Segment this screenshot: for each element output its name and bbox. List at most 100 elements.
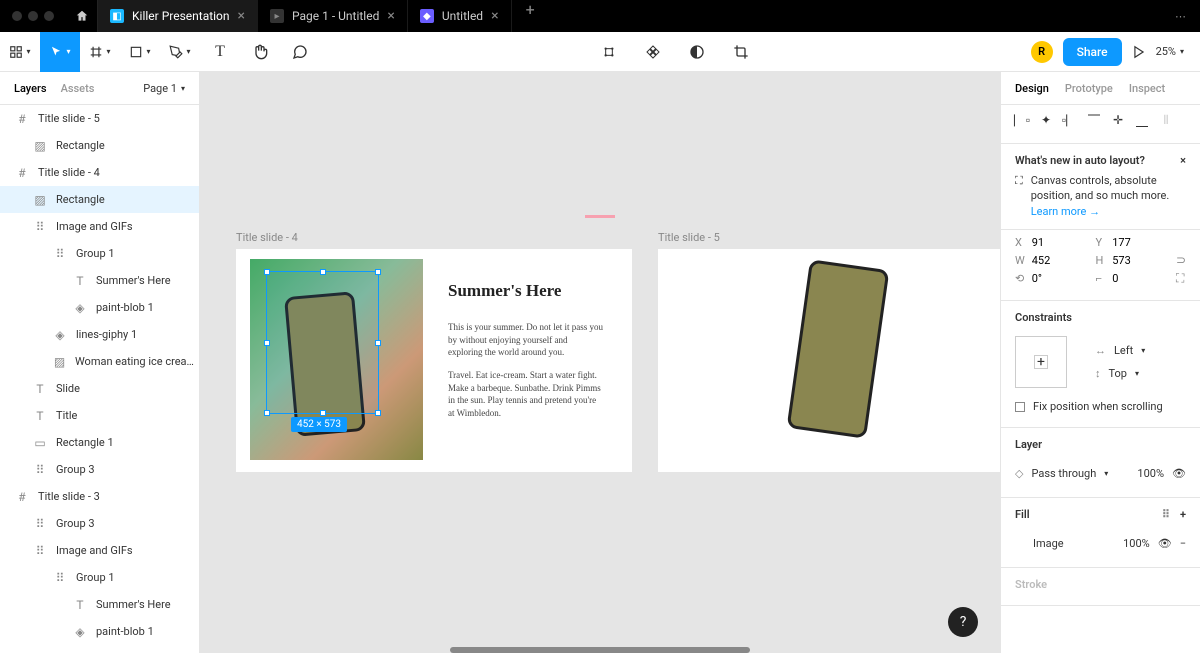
layer-item[interactable]: ◈lines-giphy 1 (0, 321, 199, 348)
distribute-icon[interactable]: ⦀ (1159, 113, 1173, 127)
align-left-icon[interactable]: ⎸▫ (1015, 113, 1029, 127)
layer-item[interactable]: ▨Rectangle (0, 132, 199, 159)
align-top-icon[interactable]: ⎺ (1087, 113, 1101, 127)
add-tab-button[interactable]: + (512, 0, 549, 32)
layer-item[interactable]: ⠿Image and GIFs (0, 213, 199, 240)
text-tool[interactable]: T (200, 32, 240, 72)
layer-label: Summer's Here (96, 598, 171, 611)
layer-item[interactable]: TTitle (0, 402, 199, 429)
y-input[interactable]: 177 (1112, 236, 1131, 249)
layer-item[interactable]: TSlide (0, 375, 199, 402)
align-hcenter-icon[interactable]: ✦ (1039, 113, 1053, 127)
zoom-select[interactable]: 25%▾ (1156, 45, 1184, 58)
avatar[interactable]: R (1031, 41, 1053, 63)
close-icon[interactable]: × (491, 8, 498, 24)
layer-item[interactable]: ⠿Group 1 (0, 240, 199, 267)
constraint-widget[interactable]: + (1015, 336, 1067, 388)
styles-icon[interactable]: ⠿ (1162, 508, 1170, 521)
diamond-icon (645, 44, 661, 60)
layer-item[interactable]: #Title slide - 4 (0, 159, 199, 186)
home-button[interactable] (66, 0, 98, 32)
pen-icon (169, 45, 183, 59)
align-vcenter-icon[interactable]: ✛ (1111, 113, 1125, 127)
comment-tool[interactable] (280, 32, 320, 72)
remove-fill-icon[interactable]: − (1180, 537, 1186, 550)
boolean-tool[interactable] (677, 32, 717, 72)
layer-item[interactable]: TSummer's Here (0, 267, 199, 294)
selection-box[interactable] (266, 271, 379, 414)
align-bottom-icon[interactable]: ⎽ (1135, 113, 1149, 127)
frame-title-slide-4[interactable]: Title slide - 4 Summer's Here This is yo… (236, 249, 632, 472)
frame-tool[interactable]: ▾ (80, 32, 120, 72)
learn-more-link[interactable]: Learn more → (1031, 205, 1100, 218)
layer-item[interactable]: ▭Rectangle 1 (0, 429, 199, 456)
tab-killer-presentation[interactable]: ◧ Killer Presentation × (98, 0, 258, 32)
layer-item[interactable]: ◈paint-blob 1 (0, 618, 199, 645)
h-input[interactable]: 573 (1112, 254, 1131, 267)
page-selector[interactable]: Page 1▾ (143, 82, 185, 95)
mask-tool[interactable] (633, 32, 673, 72)
layer-item[interactable]: ▨Rectangle (0, 186, 199, 213)
layer-item[interactable]: ⠿Group 3 (0, 510, 199, 537)
corner-input[interactable]: 0 (1112, 272, 1118, 285)
play-icon: ▸ (270, 9, 284, 23)
frame-label[interactable]: Title slide - 4 (236, 231, 298, 244)
blend-mode-select[interactable]: Pass through (1031, 467, 1096, 480)
fill-type-label[interactable]: Image (1033, 537, 1064, 550)
layer-label: Group 1 (76, 247, 115, 260)
present-button[interactable] (1132, 32, 1146, 72)
tab-assets[interactable]: Assets (61, 82, 95, 95)
layer-item[interactable]: #Title slide - 3 (0, 483, 199, 510)
pen-tool[interactable]: ▾ (160, 32, 200, 72)
frame-title-slide-5[interactable]: Title slide - 5 (658, 249, 1000, 472)
canvas[interactable]: Title slide - 4 Summer's Here This is yo… (200, 72, 1000, 653)
corner-details-icon[interactable]: ⛶ (1176, 271, 1186, 286)
constraint-v-select[interactable]: ↕Top▾ (1095, 367, 1200, 380)
fill-opacity-input[interactable]: 100% (1123, 537, 1150, 550)
tab-layers[interactable]: Layers (14, 82, 47, 95)
layer-item[interactable]: #Title slide - 5 (0, 105, 199, 132)
tab-untitled[interactable]: ◆ Untitled × (408, 0, 512, 32)
add-fill-icon[interactable]: + (1180, 508, 1186, 521)
horizontal-scrollbar[interactable] (450, 647, 750, 653)
align-right-icon[interactable]: ▫⎸ (1063, 113, 1077, 127)
tab-design[interactable]: Design (1015, 82, 1049, 95)
shape-tool[interactable]: ▾ (120, 32, 160, 72)
rotation-input[interactable]: 0° (1032, 272, 1042, 285)
crop-icon (733, 44, 749, 60)
frame-label[interactable]: Title slide - 5 (658, 231, 720, 244)
share-button[interactable]: Share (1063, 38, 1122, 66)
close-icon[interactable]: × (238, 8, 245, 24)
layer-item[interactable]: ⠿Group 1 (0, 564, 199, 591)
crop-tool[interactable] (721, 32, 761, 72)
close-icon[interactable]: × (1180, 154, 1186, 167)
link-wh-icon[interactable]: ⊃ (1176, 253, 1186, 267)
hand-tool[interactable] (240, 32, 280, 72)
x-input[interactable]: 91 (1032, 236, 1044, 249)
close-icon[interactable]: × (387, 8, 394, 24)
layer-item[interactable]: ◈lines-giphy 1 (0, 645, 199, 653)
help-button[interactable]: ? (948, 607, 978, 637)
constraint-h-select[interactable]: ↔Left▾ (1095, 344, 1200, 357)
fix-position-checkbox[interactable]: Fix position when scrolling (1001, 394, 1200, 419)
eye-icon[interactable]: 👁 (1172, 467, 1186, 480)
tab-page1-untitled[interactable]: ▸ Page 1 - Untitled × (258, 0, 408, 32)
layer-item[interactable]: ⠿Group 3 (0, 456, 199, 483)
layer-label: Slide (56, 382, 80, 395)
tab-inspect[interactable]: Inspect (1129, 82, 1165, 95)
layer-item[interactable]: TSummer's Here (0, 591, 199, 618)
move-tool[interactable]: ▾ (40, 32, 80, 72)
layer-item[interactable]: ▨Woman eating ice cream ... (0, 348, 199, 375)
w-input[interactable]: 452 (1032, 254, 1051, 267)
layer-label: Rectangle 1 (56, 436, 114, 449)
layer-label: paint-blob 1 (96, 625, 154, 638)
tab-prototype[interactable]: Prototype (1065, 82, 1113, 95)
opacity-input[interactable]: 100% (1137, 467, 1164, 480)
eye-icon[interactable]: 👁 (1158, 537, 1172, 550)
layer-item[interactable]: ◈paint-blob 1 (0, 294, 199, 321)
layer-item[interactable]: ⠿Image and GIFs (0, 537, 199, 564)
component-tool[interactable] (589, 32, 629, 72)
image-icon: ▨ (32, 139, 48, 153)
overflow-menu[interactable]: ⋯ (1161, 10, 1200, 23)
menu-button[interactable]: ▾ (0, 32, 40, 72)
